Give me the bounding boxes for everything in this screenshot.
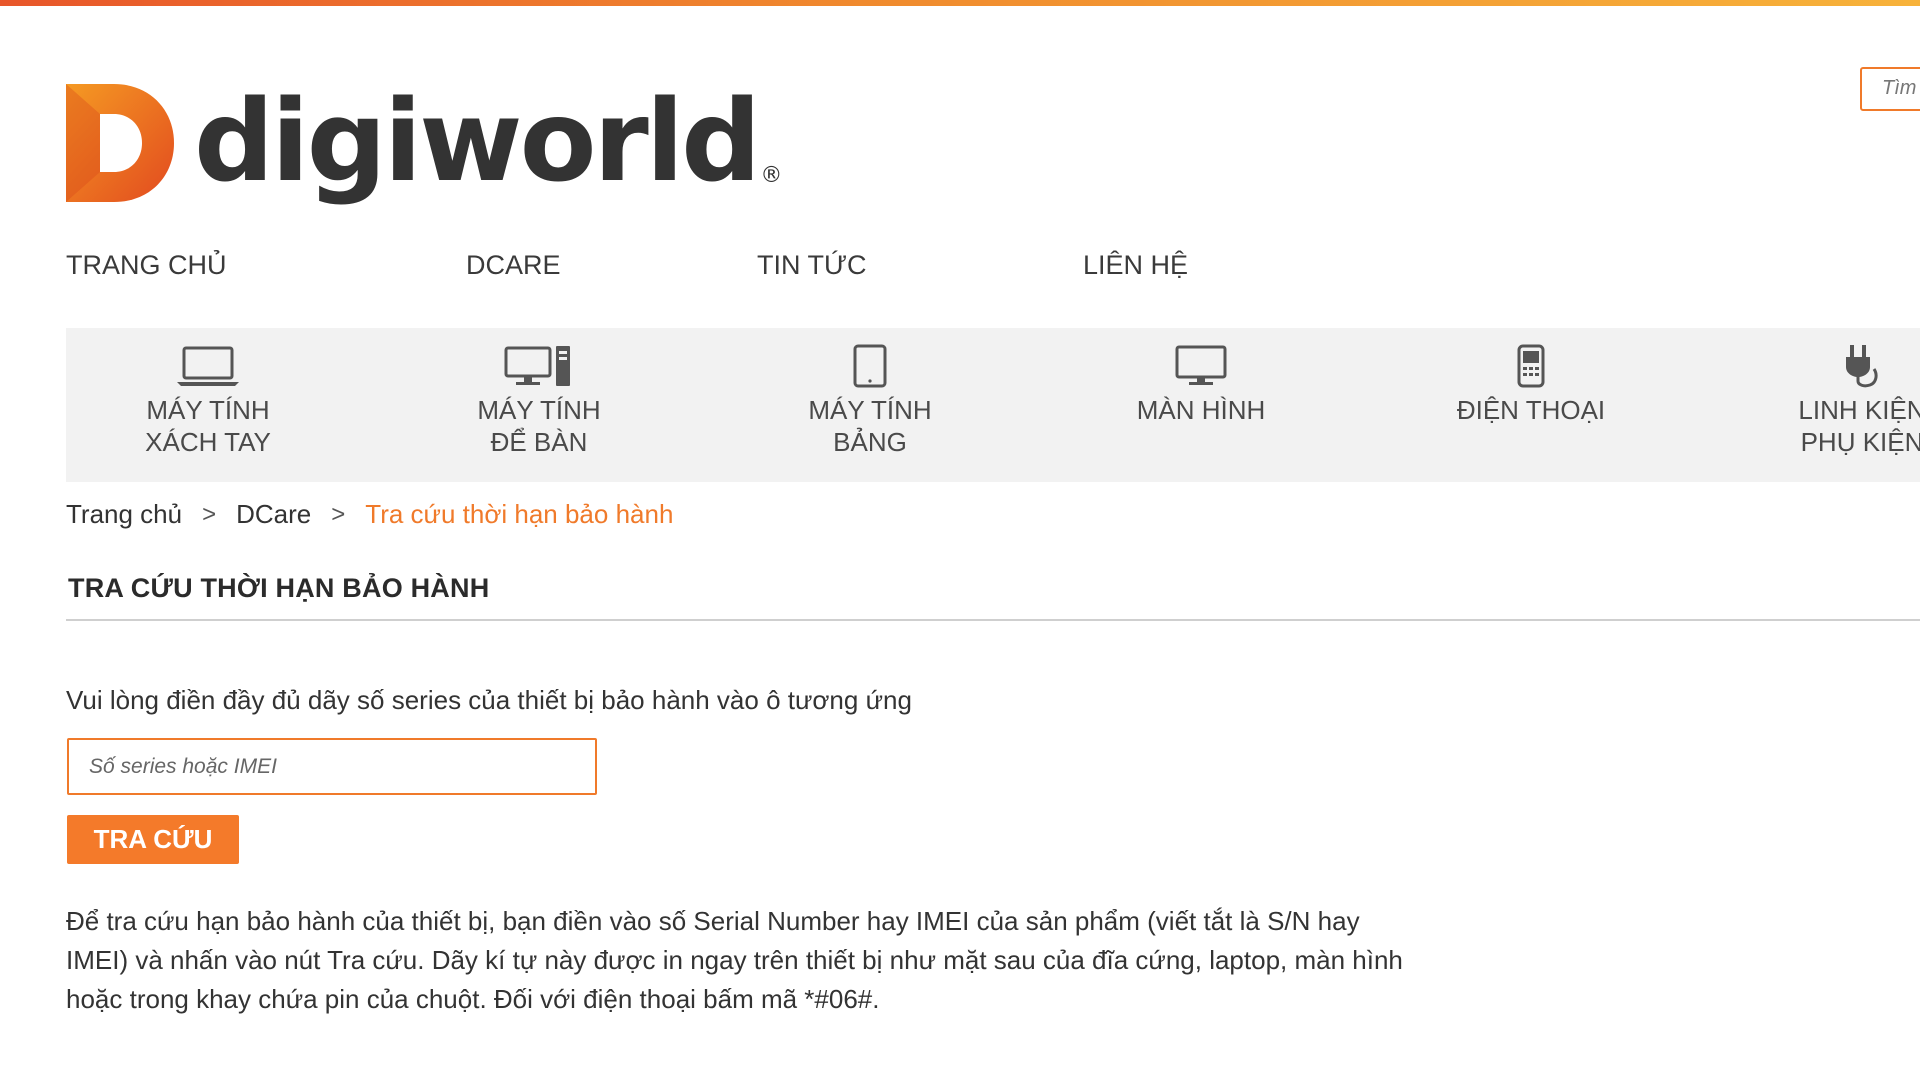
category-label: MÁY TÍNH XÁCH TAY: [145, 395, 271, 457]
category-label: LINH KIỆN PHỤ KIỆN: [1798, 395, 1920, 457]
registered-mark: ®: [760, 163, 783, 188]
breadcrumb-dcare[interactable]: DCare: [236, 499, 311, 530]
help-text: Để tra cứu hạn bảo hành của thiết bị, bạ…: [66, 906, 1403, 1014]
serial-imei-input[interactable]: [67, 738, 597, 795]
title-divider: [66, 619, 1920, 621]
breadcrumb-home[interactable]: Trang chủ: [66, 499, 182, 530]
digiworld-logo-icon: [66, 84, 174, 202]
nav-item-news[interactable]: TIN TỨC: [757, 250, 1083, 281]
nav-item-dcare[interactable]: DCARE: [466, 250, 757, 281]
monitor-icon: [1175, 345, 1227, 385]
phone-icon: [1517, 344, 1545, 388]
category-phone[interactable]: ĐIỆN THOẠI: [1411, 338, 1651, 426]
category-label: MÀN HÌNH: [1136, 395, 1266, 425]
category-accessories[interactable]: LINH KIỆN PHỤ KIỆN: [1742, 338, 1920, 458]
lookup-button[interactable]: TRA CỨU: [67, 815, 239, 864]
tablet-icon: [853, 344, 887, 388]
breadcrumb-separator: >: [202, 500, 217, 528]
laptop-icon: [177, 346, 239, 386]
instruction-text: Vui lòng điền đầy đủ dãy số series của t…: [66, 685, 912, 715]
category-label: ĐIỆN THOẠI: [1456, 395, 1606, 425]
category-label: MÁY TÍNH BẢNG: [808, 395, 932, 457]
category-laptop[interactable]: MÁY TÍNH XÁCH TAY: [88, 338, 328, 458]
category-label: MÁY TÍNH ĐỂ BÀN: [477, 395, 601, 457]
category-tablet[interactable]: MÁY TÍNH BẢNG: [750, 338, 990, 458]
breadcrumb-separator: >: [331, 500, 346, 528]
breadcrumb-current: Tra cứu thời hạn bảo hành: [365, 499, 674, 529]
search-input[interactable]: Tìm: [1860, 67, 1920, 111]
main-nav: TRANG CHỦ DCARE TIN TỨC LIÊN HỆ: [66, 248, 1188, 282]
nav-item-home[interactable]: TRANG CHỦ: [66, 250, 466, 281]
category-bar: MÁY TÍNH XÁCH TAY MÁY TÍNH ĐỂ BÀN MÁY TÍ…: [66, 328, 1920, 482]
desktop-icon: [504, 346, 570, 386]
plug-icon: [1846, 345, 1878, 388]
logo-wordmark: digiworld: [194, 77, 761, 207]
category-monitor[interactable]: MÀN HÌNH: [1081, 338, 1321, 426]
category-desktop[interactable]: MÁY TÍNH ĐỂ BÀN: [419, 338, 659, 458]
breadcrumb: Trang chủ > DCare > Tra cứu thời hạn bảo…: [66, 499, 673, 530]
page-title: TRA CỨU THỜI HẠN BẢO HÀNH: [68, 573, 490, 603]
top-accent-bar: [0, 0, 1920, 6]
site-logo[interactable]: digiworld ®: [66, 72, 782, 202]
nav-item-contact[interactable]: LIÊN HỆ: [1083, 250, 1188, 281]
